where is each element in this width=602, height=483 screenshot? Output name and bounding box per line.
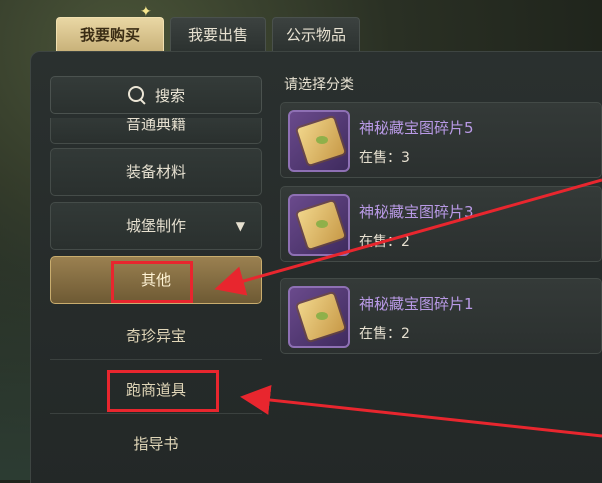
item-name: 神秘藏宝图碎片5 (359, 119, 474, 137)
subcategory-label: 奇珍异宝 (125, 327, 186, 345)
category-label: 城堡制作 (125, 217, 186, 235)
item-name: 神秘藏宝图碎片3 (359, 203, 474, 221)
annotation-box-trade-goods (107, 370, 219, 412)
annotation-box-other (111, 261, 193, 303)
treasure-map-fragment-icon (288, 286, 350, 348)
category-item-castle[interactable]: 城堡制作 ▼ (50, 202, 262, 250)
category-label: 音通典籍 (125, 118, 186, 133)
subcategory-item-guidebook[interactable]: 指导书 (50, 420, 262, 468)
item-card[interactable]: 神秘藏宝图碎片1 在售：2 (280, 278, 602, 354)
content-title: 请选择分类 (284, 77, 354, 93)
search-label: 搜索 (154, 86, 185, 105)
category-item-equipment[interactable]: 装备材料 (50, 148, 262, 196)
category-item-books[interactable]: 音通典籍 (50, 118, 262, 144)
tab-buy[interactable]: 我要购买 (56, 17, 164, 51)
treasure-map-fragment-icon (288, 110, 350, 172)
item-stock: 在售：2 (359, 234, 410, 250)
item-name: 神秘藏宝图碎片1 (359, 295, 474, 313)
treasure-map-fragment-icon (288, 194, 350, 256)
item-stock: 在售：3 (359, 150, 410, 166)
tab-public-items[interactable]: 公示物品 (272, 17, 360, 51)
item-card[interactable]: 神秘藏宝图碎片5 在售：3 (280, 102, 602, 178)
subcategory-label: 指导书 (133, 435, 179, 453)
item-card[interactable]: 神秘藏宝图碎片3 在售：2 (280, 186, 602, 262)
tab-sell[interactable]: 我要出售 (170, 17, 266, 51)
search-button[interactable]: 搜索 (50, 76, 262, 114)
category-label: 装备材料 (125, 163, 186, 181)
subcategory-item-treasures[interactable]: 奇珍异宝 (50, 312, 262, 360)
tab-bar: 我要购买 我要出售 公示物品 (56, 17, 360, 51)
item-list-area: 请选择分类 神秘藏宝图碎片5 在售：3 神秘藏宝图碎片3 在售：2 神秘藏宝图碎… (272, 68, 602, 483)
item-stock: 在售：2 (359, 326, 410, 342)
search-icon (127, 85, 147, 105)
caret-down-icon: ▼ (235, 219, 245, 233)
